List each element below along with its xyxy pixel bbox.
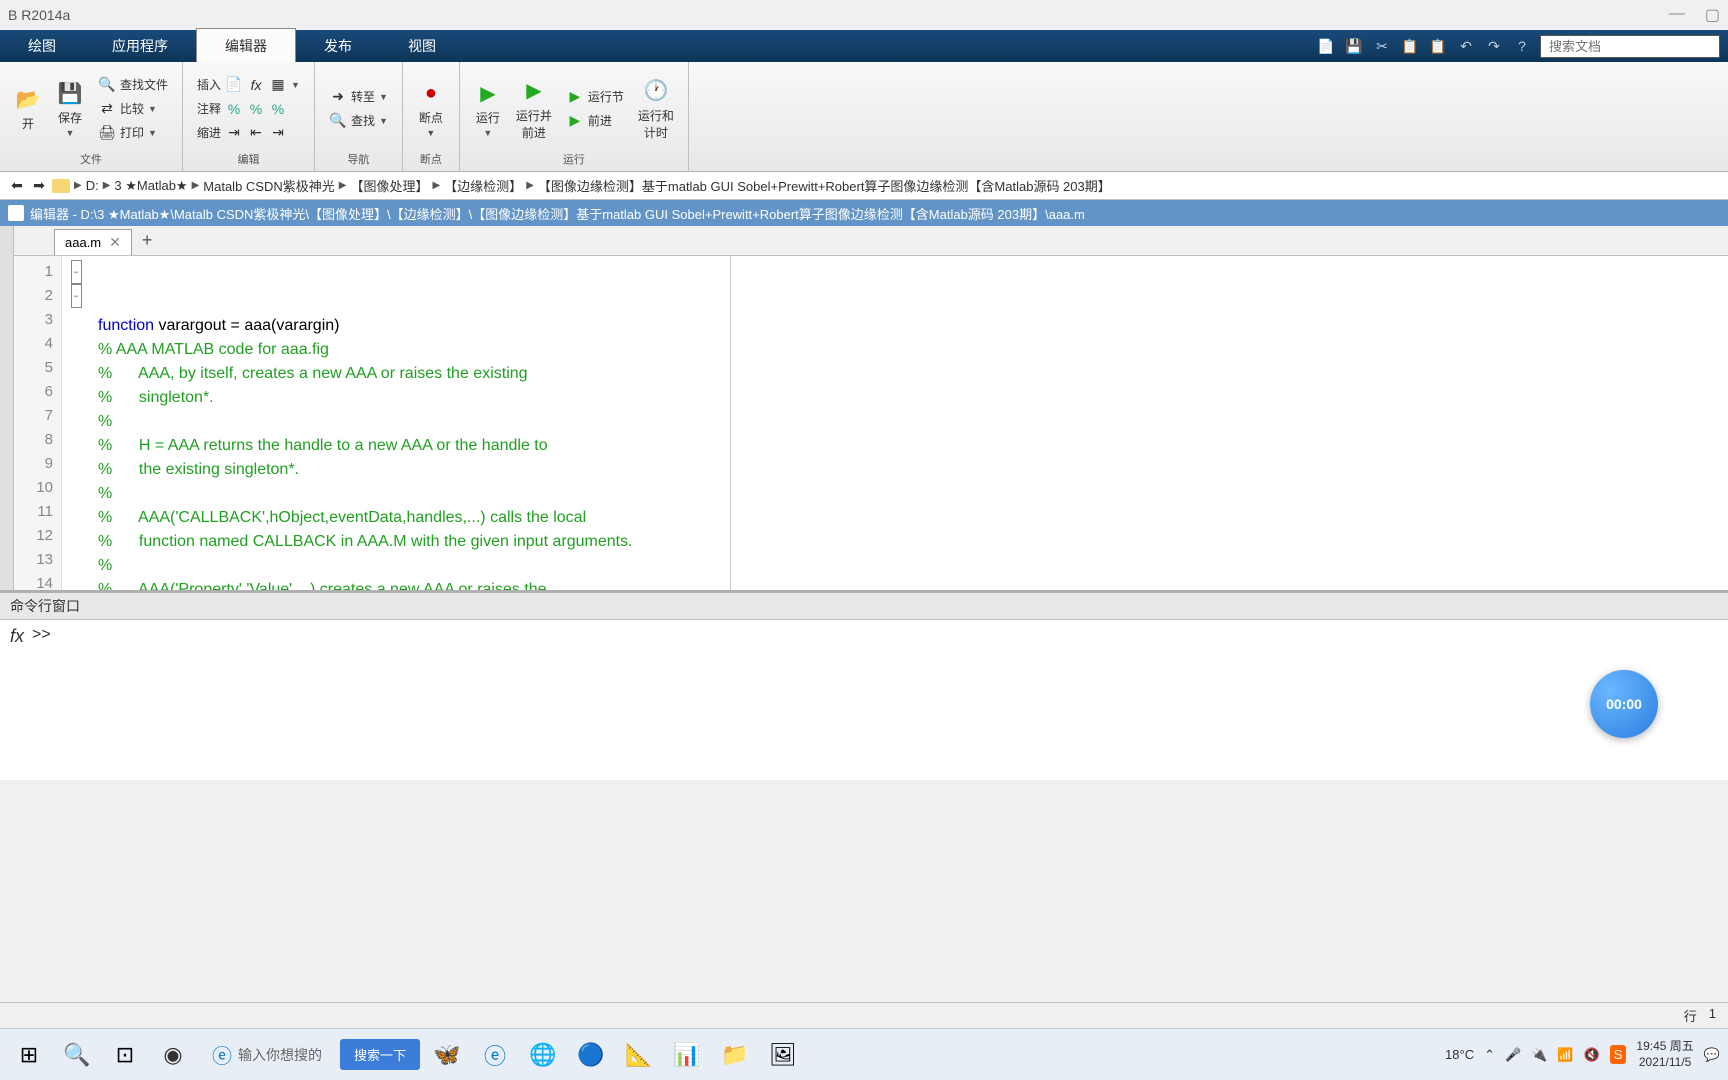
task-search[interactable]: ⓔ 输入你想搜的 bbox=[200, 1040, 334, 1069]
command-prompt: >> bbox=[32, 626, 51, 644]
forward-icon[interactable]: ➡ bbox=[30, 177, 48, 195]
tray-up-icon[interactable]: ⌃ bbox=[1484, 1047, 1495, 1063]
folder-icon[interactable] bbox=[52, 179, 70, 193]
editor-icon bbox=[8, 205, 24, 221]
editor-title-text: 编辑器 - D:\3 ★Matlab★\Matalb CSDN紫极神光\【图像处… bbox=[30, 204, 1085, 223]
paste-icon[interactable]: 📋 bbox=[1428, 36, 1448, 56]
status-line-num: 1 bbox=[1709, 1006, 1716, 1025]
run-button[interactable]: ▶ 运行 ▼ bbox=[470, 75, 506, 142]
tray-wifi-icon[interactable]: 📶 bbox=[1557, 1047, 1573, 1063]
taskbar: ⊞ 🔍 ⊡ ◉ ⓔ 输入你想搜的 搜索一下 🦋 ⓔ 🌐 🔵 📐 📊 📁 🖼 18… bbox=[0, 1028, 1728, 1080]
breadcrumb: ⬅ ➡ ▶ D:▶ 3 ★Matlab★▶ Matalb CSDN紫极神光▶ 【… bbox=[0, 172, 1728, 200]
bc-item-5[interactable]: 【图像边缘检测】基于matlab GUI Sobel+Prewitt+Rober… bbox=[538, 176, 1111, 195]
line-gutter: 1234567891011121314 bbox=[14, 256, 62, 590]
edge-icon[interactable]: 🌐 bbox=[522, 1034, 564, 1076]
maximize-button[interactable]: ▢ bbox=[1705, 5, 1720, 25]
command-window-body[interactable]: fx >> bbox=[0, 620, 1728, 780]
undo-icon[interactable]: ↶ bbox=[1456, 36, 1476, 56]
tab-apps[interactable]: 应用程序 bbox=[84, 30, 196, 62]
bc-item-3[interactable]: 【图像处理】 bbox=[350, 176, 428, 195]
status-line-label: 行 bbox=[1684, 1006, 1697, 1025]
tray-volume-icon[interactable]: 🔇 bbox=[1584, 1047, 1600, 1063]
start-button[interactable]: ⊞ bbox=[8, 1034, 50, 1076]
insert-button[interactable]: 插入 📄 fx ▦▼ bbox=[193, 74, 304, 96]
ie-app-icon[interactable]: ⓔ bbox=[474, 1034, 516, 1076]
tab-publish[interactable]: 发布 bbox=[296, 30, 380, 62]
tab-editor[interactable]: 编辑器 bbox=[196, 28, 296, 62]
file-tabs: aaa.m ✕ + bbox=[14, 226, 1728, 256]
breakpoints-button[interactable]: ● 断点 ▼ bbox=[413, 75, 449, 142]
comment-button[interactable]: 注释 % % % bbox=[193, 98, 304, 120]
indent-button[interactable]: 缩进 ⇥ ⇤ ⇥ bbox=[193, 122, 304, 144]
chrome-icon[interactable]: 🔵 bbox=[570, 1034, 612, 1076]
help-icon[interactable]: ? bbox=[1512, 36, 1532, 56]
minimize-button[interactable]: — bbox=[1669, 5, 1685, 25]
app-title: B R2014a bbox=[8, 7, 70, 23]
bc-item-2[interactable]: Matalb CSDN紫极神光 bbox=[203, 176, 334, 195]
new-icon[interactable]: 📄 bbox=[1316, 36, 1336, 56]
add-tab-button[interactable]: + bbox=[132, 226, 163, 255]
titlebar: B R2014a — ▢ bbox=[0, 0, 1728, 30]
task-search-button[interactable]: 搜索一下 bbox=[340, 1039, 420, 1070]
copy-icon[interactable]: 📋 bbox=[1400, 36, 1420, 56]
nav-group-label: 导航 bbox=[325, 149, 392, 167]
advance-button[interactable]: ▶前进 bbox=[562, 110, 628, 132]
goto-button[interactable]: ➜转至▼ bbox=[325, 86, 392, 108]
save-button[interactable]: 💾 保存 ▼ bbox=[52, 75, 88, 142]
redo-icon[interactable]: ↷ bbox=[1484, 36, 1504, 56]
app-icon-2[interactable]: 📊 bbox=[666, 1034, 708, 1076]
find-button[interactable]: 🔍查找▼ bbox=[325, 110, 392, 132]
find-files-button[interactable]: 🔍查找文件 bbox=[94, 74, 172, 96]
run-time-button[interactable]: 🕐 运行和 计时 bbox=[634, 73, 678, 145]
file-group-label: 文件 bbox=[10, 149, 172, 167]
status-bar: 行 1 bbox=[0, 1002, 1728, 1028]
tab-plot[interactable]: 绘图 bbox=[0, 30, 84, 62]
task-view-icon[interactable]: ⊡ bbox=[104, 1034, 146, 1076]
app-icon-1[interactable]: 🦋 bbox=[426, 1034, 468, 1076]
bc-item-1[interactable]: 3 ★Matlab★ bbox=[114, 178, 187, 194]
ribbon: 📂 开 💾 保存 ▼ 🔍查找文件 ⇄比较▼ 🖨打印▼ 文件 插入 📄 fx ▦▼… bbox=[0, 62, 1728, 172]
close-tab-icon[interactable]: ✕ bbox=[109, 234, 121, 251]
command-window: 命令行窗口 fx >> bbox=[0, 590, 1728, 780]
datetime[interactable]: 19:45 周五 2021/11/5 bbox=[1636, 1039, 1693, 1070]
tray-battery-icon[interactable]: 🔌 bbox=[1531, 1047, 1547, 1063]
search-icon[interactable]: 🔍 bbox=[56, 1034, 98, 1076]
editor-title-bar: 编辑器 - D:\3 ★Matlab★\Matalb CSDN紫极神光\【图像处… bbox=[0, 200, 1728, 226]
edit-group-label: 编辑 bbox=[193, 149, 304, 167]
cut-icon[interactable]: ✂ bbox=[1372, 36, 1392, 56]
run-group-label: 运行 bbox=[470, 149, 678, 167]
timer-badge[interactable]: 00:00 bbox=[1590, 670, 1658, 738]
obs-icon[interactable]: ◉ bbox=[152, 1034, 194, 1076]
tab-view[interactable]: 视图 bbox=[380, 30, 464, 62]
run-section-button[interactable]: ▶运行节 bbox=[562, 86, 628, 108]
bc-item-0[interactable]: D: bbox=[86, 178, 99, 193]
run-advance-button[interactable]: ▶ 运行并 前进 bbox=[512, 73, 556, 145]
main-tabs: 绘图 应用程序 编辑器 发布 视图 📄 💾 ✂ 📋 📋 ↶ ↷ ? bbox=[0, 30, 1728, 62]
back-icon[interactable]: ⬅ bbox=[8, 177, 26, 195]
fx-icon[interactable]: fx bbox=[10, 626, 24, 647]
matlab-icon[interactable]: 📐 bbox=[618, 1034, 660, 1076]
explorer-icon[interactable]: 📁 bbox=[714, 1034, 756, 1076]
ie-icon: ⓔ bbox=[212, 1040, 232, 1069]
save-icon[interactable]: 💾 bbox=[1344, 36, 1364, 56]
bc-item-4[interactable]: 【边缘检测】 bbox=[444, 176, 522, 195]
fold-gutter[interactable]: −− bbox=[62, 256, 90, 590]
code-content[interactable]: function varargout = aaa(varargin)% AAA … bbox=[90, 256, 641, 590]
notification-icon[interactable]: 💬 bbox=[1704, 1047, 1720, 1063]
open-button[interactable]: 📂 开 bbox=[10, 81, 46, 136]
panel-handle[interactable] bbox=[0, 226, 14, 590]
tray-mic-icon[interactable]: 🎤 bbox=[1505, 1047, 1521, 1063]
breakpoints-group-label: 断点 bbox=[413, 149, 449, 167]
file-tab-aaa[interactable]: aaa.m ✕ bbox=[54, 229, 132, 255]
command-window-title: 命令行窗口 bbox=[0, 593, 1728, 620]
compare-button[interactable]: ⇄比较▼ bbox=[94, 98, 172, 120]
search-docs-input[interactable] bbox=[1540, 35, 1720, 58]
tray-ime-icon[interactable]: S bbox=[1610, 1045, 1627, 1064]
weather[interactable]: 18°C bbox=[1445, 1047, 1474, 1062]
photos-icon[interactable]: 🖼 bbox=[762, 1034, 804, 1076]
print-button[interactable]: 🖨打印▼ bbox=[94, 122, 172, 144]
editor-area[interactable]: 1234567891011121314 −− function varargou… bbox=[14, 256, 1728, 590]
